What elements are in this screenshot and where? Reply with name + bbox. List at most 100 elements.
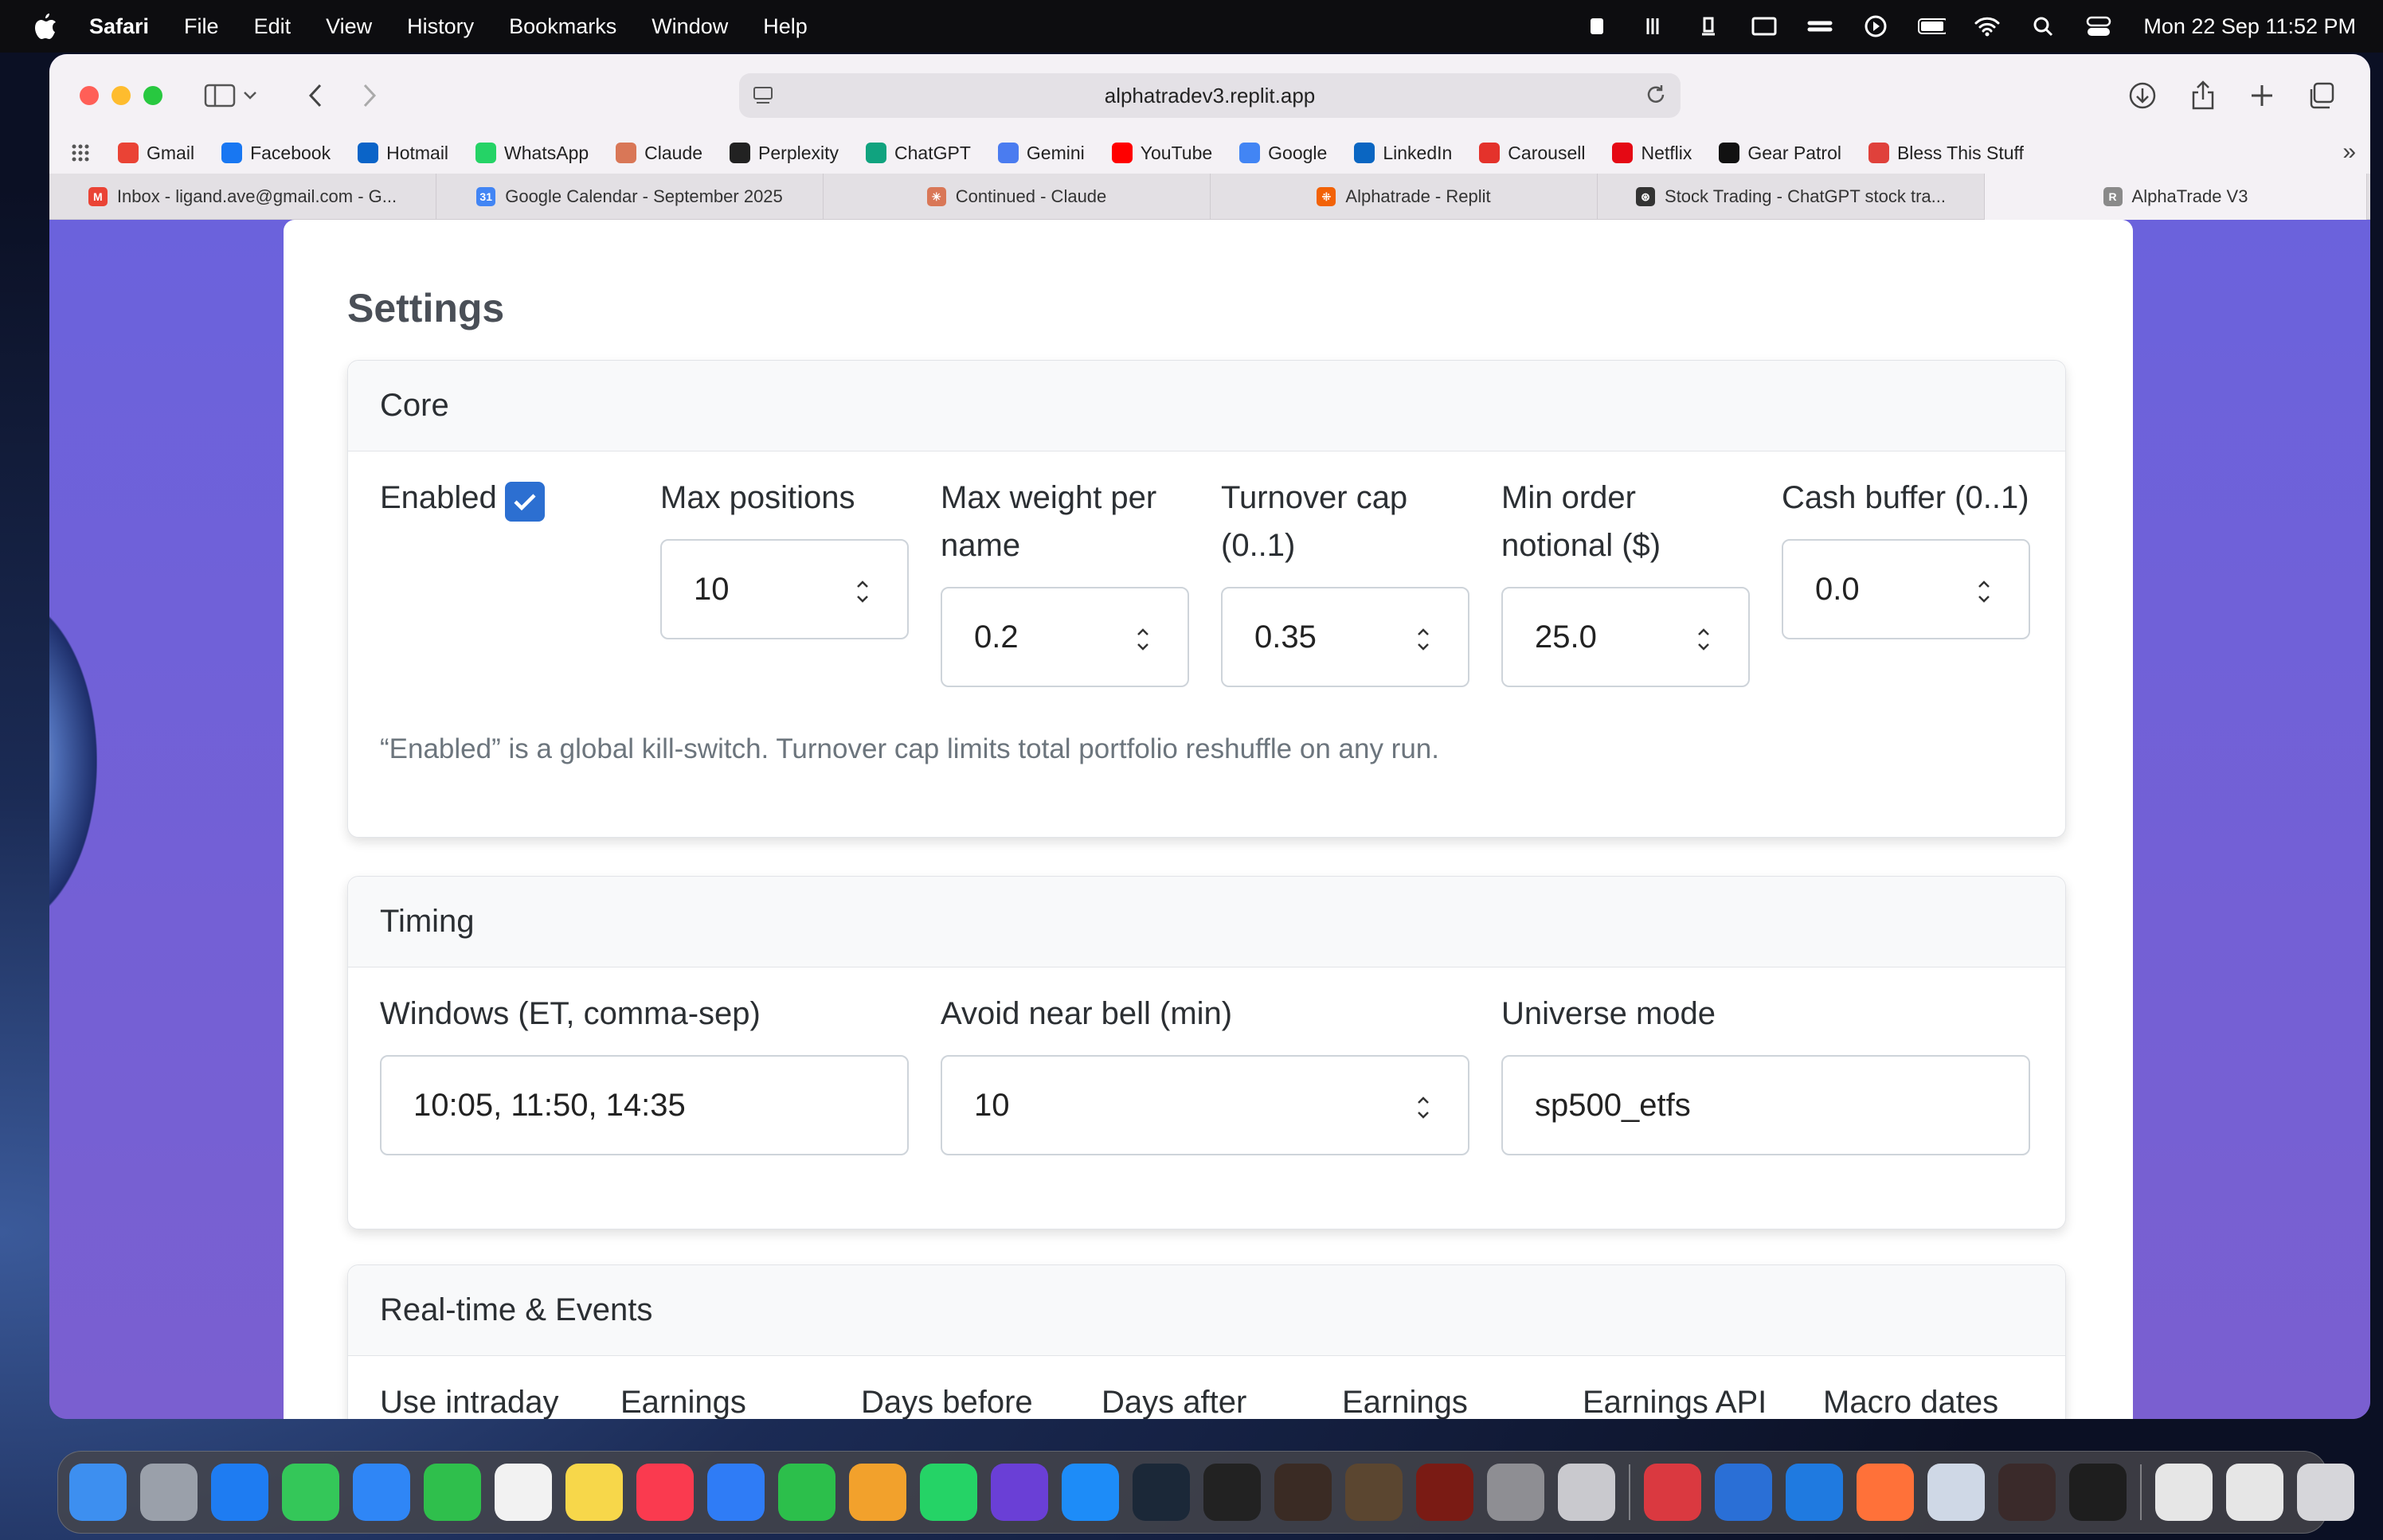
apps-grid-icon[interactable] (70, 143, 91, 163)
browser-tab[interactable]: ⁜ Alphatrade - Replit (1211, 174, 1598, 220)
universe-mode-input[interactable]: sp500_etfs (1501, 1055, 2030, 1155)
browser-tab[interactable]: 31 Google Calendar - September 2025 (436, 174, 824, 220)
apple-menu-icon[interactable] (30, 10, 61, 42)
dock-expressvpn-icon[interactable] (1644, 1464, 1701, 1521)
stepper-icon[interactable] (1135, 623, 1151, 655)
dock-trash-icon[interactable] (2297, 1464, 2354, 1521)
avoid-bell-input[interactable]: 10 (941, 1055, 1469, 1155)
bookmark-item[interactable]: YouTube (1111, 143, 1212, 164)
menu-bookmarks[interactable]: Bookmarks (509, 14, 616, 39)
control-center-icon[interactable] (2084, 14, 2113, 38)
dock-finder-icon[interactable] (69, 1464, 127, 1521)
dock-messages-icon[interactable] (282, 1464, 339, 1521)
menu-file[interactable]: File (184, 14, 219, 39)
dock-firefox-icon[interactable] (1857, 1464, 1914, 1521)
spotlight-search-icon[interactable] (2029, 14, 2057, 38)
dock-windows-app-icon[interactable] (1786, 1464, 1843, 1521)
dock-facetime-icon[interactable] (424, 1464, 481, 1521)
bookmarks-overflow-icon[interactable]: » (2342, 139, 2356, 166)
close-window-button[interactable] (80, 86, 99, 105)
dock-pages-icon[interactable] (849, 1464, 906, 1521)
status-tool-icon[interactable] (1638, 14, 1667, 38)
stepper-icon[interactable] (1976, 576, 1992, 608)
dock-app-store-icon[interactable] (1062, 1464, 1119, 1521)
share-icon[interactable] (2185, 80, 2221, 111)
bookmark-item[interactable]: Facebook (221, 143, 331, 164)
dock-rome-icon[interactable] (1416, 1464, 1473, 1521)
bookmark-item[interactable]: Gmail (118, 143, 194, 164)
menu-history[interactable]: History (407, 14, 474, 39)
downloads-icon[interactable] (2125, 80, 2160, 111)
bookmark-item[interactable]: Gear Patrol (1719, 143, 1841, 164)
forward-button[interactable] (352, 80, 387, 111)
dock-launchpad-icon[interactable] (140, 1464, 198, 1521)
dock-keynote-icon[interactable] (707, 1464, 765, 1521)
menu-help[interactable]: Help (763, 14, 808, 39)
bookmark-item[interactable]: Gemini (997, 143, 1085, 164)
bookmark-item[interactable]: ChatGPT (866, 143, 971, 164)
dock-safari-icon[interactable] (211, 1464, 268, 1521)
bookmark-item[interactable]: Perplexity (730, 143, 839, 164)
stepper-icon[interactable] (1415, 1092, 1431, 1124)
dock-music-icon[interactable] (636, 1464, 694, 1521)
bookmark-item[interactable]: Netflix (1612, 143, 1692, 164)
reload-icon[interactable] (1644, 83, 1668, 112)
stepper-icon[interactable] (1696, 623, 1712, 655)
zoom-window-button[interactable] (143, 86, 162, 105)
browser-tab[interactable]: ✳ Continued - Claude (824, 174, 1211, 220)
windows-input[interactable]: 10:05, 11:50, 14:35 (380, 1055, 909, 1155)
bookmark-item[interactable]: LinkedIn (1354, 143, 1452, 164)
dock-cursor-icon[interactable] (2069, 1464, 2127, 1521)
browser-tab[interactable]: ⊛ Stock Trading - ChatGPT stock tra... (1598, 174, 1985, 220)
browser-tab[interactable]: R AlphaTrade V3 (1985, 174, 2367, 220)
status-play-icon[interactable] (1861, 14, 1890, 38)
dock-photos-icon[interactable] (495, 1464, 552, 1521)
chevron-down-icon[interactable] (241, 80, 260, 111)
dock-notes-icon[interactable] (565, 1464, 623, 1521)
dock-steam-icon[interactable] (1133, 1464, 1190, 1521)
bookmark-item[interactable]: Google (1239, 143, 1327, 164)
status-monitor-icon[interactable] (1750, 14, 1778, 38)
max-weight-input[interactable]: 0.2 (941, 587, 1189, 687)
dock-whatsapp-icon[interactable] (920, 1464, 977, 1521)
dock-preview-icon[interactable] (1927, 1464, 1985, 1521)
bookmark-item[interactable]: Bless This Stuff (1868, 143, 2024, 164)
dock-imovie-icon[interactable] (991, 1464, 1048, 1521)
menu-window[interactable]: Window (652, 14, 728, 39)
wifi-icon[interactable] (1973, 14, 2001, 38)
page-menu-icon[interactable] (752, 84, 774, 112)
tab-overview-icon[interactable] (2303, 80, 2338, 111)
menu-clock[interactable]: Mon 22 Sep 11:52 PM (2143, 14, 2356, 39)
status-ai-icon[interactable] (1694, 14, 1723, 38)
dock-remote-desktop-icon[interactable] (1715, 1464, 1772, 1521)
url-text[interactable]: alphatradev3.replit.app (1105, 84, 1316, 108)
dock-system-settings-icon[interactable] (1487, 1464, 1544, 1521)
menu-edit[interactable]: Edit (254, 14, 292, 39)
min-order-input[interactable]: 25.0 (1501, 587, 1750, 687)
dock-recent-item-1-icon[interactable] (2155, 1464, 2213, 1521)
turnover-cap-input[interactable]: 0.35 (1221, 587, 1469, 687)
dock-shogun-icon[interactable] (1345, 1464, 1403, 1521)
battery-icon[interactable] (1917, 14, 1947, 38)
dock-vectorworks-icon[interactable] (1274, 1464, 1332, 1521)
back-button[interactable] (298, 80, 333, 111)
new-tab-icon[interactable] (2244, 80, 2279, 111)
bookmark-item[interactable]: Claude (616, 143, 702, 164)
sidebar-toggle-icon[interactable] (202, 80, 237, 111)
bookmark-item[interactable]: WhatsApp (475, 143, 589, 164)
bookmark-item[interactable]: Hotmail (358, 143, 448, 164)
cash-buffer-input[interactable]: 0.0 (1782, 539, 2030, 639)
max-positions-input[interactable]: 10 (660, 539, 909, 639)
status-app-icon[interactable] (1583, 14, 1611, 38)
enabled-checkbox[interactable] (505, 481, 546, 522)
dock-numbers-icon[interactable] (778, 1464, 835, 1521)
stepper-icon[interactable] (1415, 623, 1431, 655)
bookmark-item[interactable]: Carousell (1479, 143, 1585, 164)
status-vpn-icon[interactable] (1806, 14, 1834, 38)
stepper-icon[interactable] (855, 576, 871, 608)
browser-tab[interactable]: M Inbox - ligand.ave@gmail.com - G... (49, 174, 436, 220)
dock-unknown-app-icon[interactable] (1998, 1464, 2056, 1521)
dock-recent-item-2-icon[interactable] (2226, 1464, 2283, 1521)
address-bar[interactable]: alphatradev3.replit.app (739, 73, 1681, 118)
dock-iphone-mirroring-icon[interactable] (1558, 1464, 1615, 1521)
